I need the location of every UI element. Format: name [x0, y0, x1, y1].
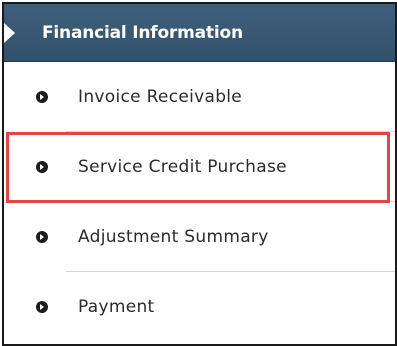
panel-header[interactable]: Financial Information — [4, 4, 395, 62]
panel-title: Financial Information — [42, 22, 243, 43]
financial-menu: Invoice Receivable Service Credit Purcha… — [4, 62, 395, 342]
menu-item-label: Adjustment Summary — [78, 227, 269, 247]
expand-arrow-icon — [4, 23, 15, 43]
menu-item-invoice-receivable[interactable]: Invoice Receivable — [4, 62, 395, 132]
menu-item-label: Payment — [78, 297, 155, 317]
menu-item-label: Service Credit Purchase — [78, 157, 287, 177]
menu-item-payment[interactable]: Payment — [4, 272, 395, 342]
menu-item-adjustment-summary[interactable]: Adjustment Summary — [4, 202, 395, 272]
bullet-arrow-icon — [36, 231, 48, 243]
menu-item-label: Invoice Receivable — [78, 87, 243, 107]
bullet-arrow-icon — [36, 161, 48, 173]
bullet-arrow-icon — [36, 91, 48, 103]
bullet-arrow-icon — [36, 301, 48, 313]
financial-info-panel: Financial Information Invoice Receivable… — [2, 2, 397, 346]
menu-item-service-credit-purchase[interactable]: Service Credit Purchase — [4, 132, 395, 202]
